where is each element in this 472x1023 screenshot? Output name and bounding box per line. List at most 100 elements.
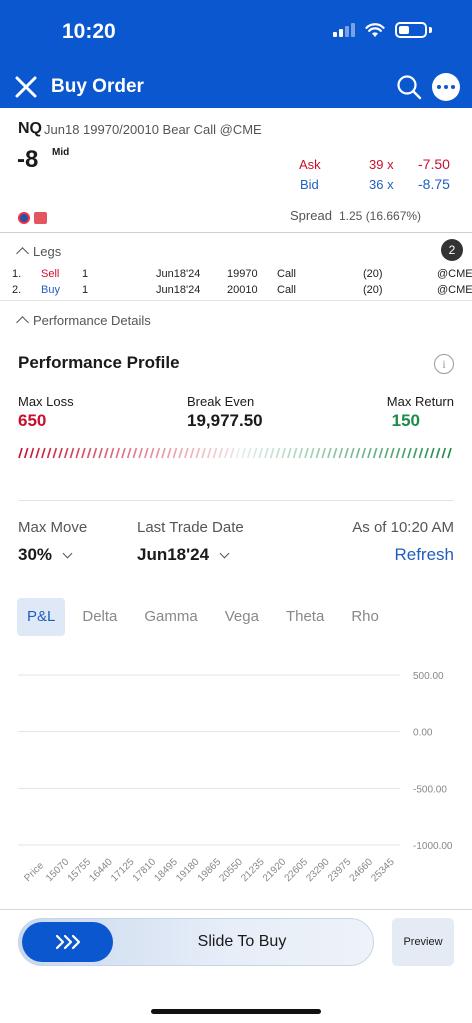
gauge-tick [401, 447, 407, 459]
gauge-tick [361, 447, 366, 459]
x-tick-label: 17810 [131, 856, 159, 884]
gauge-tick [18, 447, 23, 459]
leg-side: Sell [41, 268, 60, 280]
gauge-tick [309, 447, 315, 459]
x-tick-label: 21235 [239, 856, 267, 884]
x-tick-label: 18495 [152, 856, 180, 884]
gauge-tick [258, 447, 264, 459]
home-indicator [151, 1009, 321, 1014]
last-trade-date-select[interactable]: Jun18'24 [137, 545, 230, 565]
divider [0, 232, 472, 233]
market-status-icon [18, 212, 30, 224]
ask-price: -7.50 [418, 156, 450, 172]
preview-button[interactable]: Preview [392, 918, 454, 966]
top-bar: 10:20 Buy Order [0, 0, 472, 108]
signal-icon [333, 23, 355, 37]
x-tick-label: 15755 [66, 856, 94, 884]
status-time: 10:20 [62, 20, 116, 43]
x-tick-label: 19865 [196, 856, 224, 884]
tab-delta[interactable]: Delta [72, 598, 127, 636]
gauge-tick [149, 447, 155, 459]
risk-reward-gauge [18, 447, 452, 459]
refresh-button[interactable]: Refresh [394, 545, 454, 565]
slide-label: Slide To Buy [197, 933, 287, 950]
gauge-tick [344, 447, 349, 459]
tab-theta[interactable]: Theta [276, 598, 334, 636]
chevron-up-icon [16, 316, 29, 329]
bid-price: -8.75 [418, 176, 450, 192]
gauge-tick [424, 447, 429, 459]
gauge-tick [184, 447, 189, 459]
performance-details-toggle[interactable]: Performance Details [16, 313, 151, 329]
legs-toggle[interactable]: Legs [16, 244, 61, 260]
gauge-tick [315, 447, 321, 459]
gauge-tick [201, 447, 206, 459]
gauge-tick [252, 447, 258, 459]
gauge-tick [35, 447, 40, 459]
gauge-tick [92, 447, 98, 459]
break-even-label: Break Even [187, 394, 255, 409]
more-icon[interactable] [432, 73, 460, 101]
gauge-tick [281, 447, 286, 459]
search-icon[interactable] [396, 74, 422, 100]
gauge-tick [212, 447, 218, 459]
gauge-tick [166, 447, 172, 459]
divider [0, 909, 472, 910]
tab-pnl[interactable]: P&L [17, 598, 66, 636]
chevron-up-icon [16, 247, 29, 260]
gauge-tick [275, 447, 281, 459]
max-loss-value: 650 [18, 411, 47, 430]
gauge-tick [138, 447, 143, 459]
close-icon[interactable] [12, 73, 40, 101]
leg-row: 1. Sell 1 Jun18'24 19970 Call (20) @CME [12, 268, 472, 280]
max-return-label: Max Return [386, 394, 454, 409]
x-tick-label: 17125 [109, 856, 137, 884]
gauge-tick [195, 447, 201, 459]
order-description: Jun18 19970/20010 Bear Call @CME [44, 122, 262, 137]
gauge-tick [121, 447, 126, 459]
gauge-tick [435, 447, 441, 459]
x-tick-label: 24660 [348, 856, 376, 884]
spread-label: Spread [290, 208, 332, 223]
gauge-tick [378, 447, 384, 459]
x-tick-label: 16440 [87, 856, 115, 884]
max-move-select[interactable]: 30% [18, 545, 73, 565]
wifi-icon [365, 22, 385, 37]
tab-rho[interactable]: Rho [341, 598, 389, 636]
x-tick-label: 21920 [261, 856, 289, 884]
x-tick-label: 23290 [304, 856, 332, 884]
gauge-tick [178, 447, 183, 459]
market-flags [18, 212, 47, 224]
gauge-tick [390, 447, 395, 459]
x-tick-label: 19180 [174, 856, 202, 884]
y-tick-label: -500.00 [413, 784, 447, 795]
tab-gamma[interactable]: Gamma [134, 598, 207, 636]
gauge-tick [332, 447, 338, 459]
performance-profile-title: Performance Profile [18, 353, 180, 372]
gauge-tick [58, 447, 63, 459]
gauge-tick [264, 447, 269, 459]
gauge-tick [161, 447, 166, 459]
gauge-tick [126, 447, 132, 459]
battery-icon [395, 22, 427, 38]
x-tick-label: 22605 [283, 856, 311, 884]
max-move-label: Max Move [18, 519, 88, 536]
gauge-tick [144, 447, 149, 459]
gauge-tick [189, 447, 195, 459]
gauge-tick [206, 447, 212, 459]
slide-to-buy[interactable]: Slide To Buy [18, 918, 374, 966]
gauge-tick [304, 447, 309, 459]
y-tick-label: -1000.00 [413, 841, 453, 852]
gauge-tick [69, 447, 75, 459]
gauge-tick [395, 447, 401, 459]
pnl-chart[interactable]: 500.00 0.00 -500.00 -1000.00 Price1507015755… [0, 650, 472, 900]
tab-vega[interactable]: Vega [215, 598, 269, 636]
gauge-tick [327, 447, 332, 459]
break-even-value: 19,977.50 [187, 411, 263, 430]
order-quantity[interactable]: -8 [17, 146, 38, 174]
gauge-tick [367, 447, 372, 459]
gauge-tick [132, 447, 138, 459]
flag-icon [34, 212, 47, 224]
info-icon[interactable]: i [434, 354, 454, 374]
gauge-tick [355, 447, 361, 459]
